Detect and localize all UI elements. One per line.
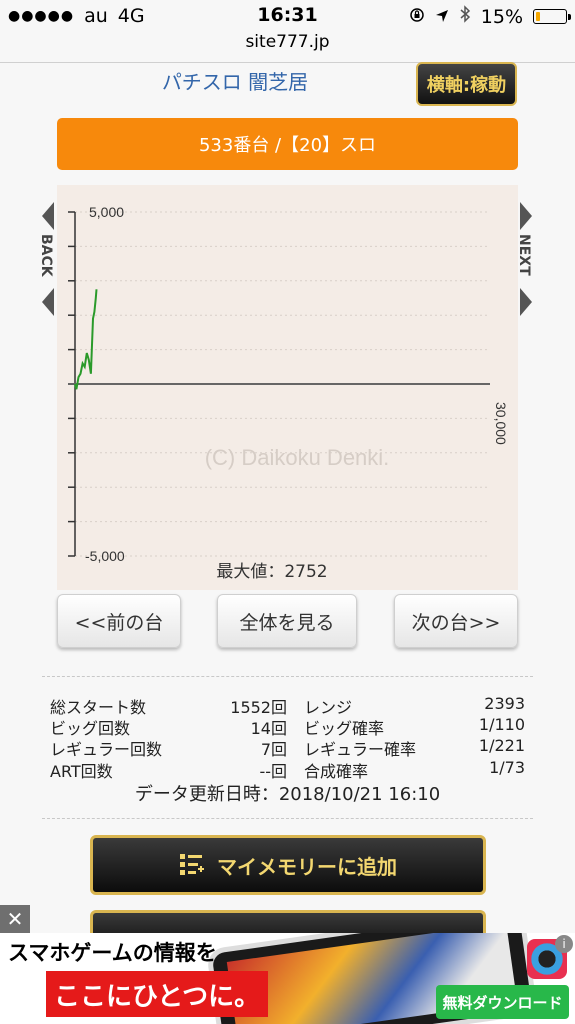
stat-row: 総スタート数 1552回 レンジ 2393 [50,694,525,717]
list-add-icon [180,854,204,875]
stat-row: ART回数 --回 合成確率 1/73 [50,758,525,781]
machine-title-bar: 533番台 /【20】スロ [57,118,518,170]
view-all-button[interactable]: 全体を見る [217,594,357,648]
back-label: BACK [38,234,54,277]
stat-value: 1/73 [489,758,525,777]
stat-label: レギュラー回数 [50,740,163,759]
back-nav[interactable]: BACK [38,200,56,318]
ad-close-button[interactable]: ✕ [0,905,30,933]
ad-banner[interactable]: スマホゲームの情報を ここにひとつに。 i 無料ダウンロード [0,933,575,1024]
add-to-my-memory-button[interactable]: マイメモリーに追加 [90,835,486,895]
ad-info-icon[interactable]: i [555,935,573,953]
stat-row: レギュラー回数 7回 レギュラー確率 1/221 [50,736,525,759]
stat-value: 1/221 [478,736,525,755]
battery-percent: 15% [480,5,523,28]
y-tick-label-max: 5,000 [89,204,124,220]
chart-svg: 5,000 -5,000 30,000 (C) Daikoku Denki. 最大値：2… [68,204,509,582]
divider-bottom [42,818,533,819]
stat-value: 2393 [484,694,525,713]
stat-label: 合成確率 [304,762,369,781]
stat-value: --回 [259,762,287,781]
slump-chart[interactable]: 5,000 -5,000 30,000 (C) Daikoku Denki. 最大値：2… [57,185,518,590]
stat-row: ビッグ回数 14回 ビッグ確率 1/110 [50,715,525,738]
next-machine-button[interactable]: 次の台>> [394,594,518,648]
url-bar[interactable]: site777.jp [0,32,575,52]
status-right: 15% [409,5,571,28]
prev-machine-button[interactable]: <<前の台 [57,594,181,648]
next-nav[interactable]: NEXT [516,200,534,318]
axis-toggle-button[interactable]: 横軸:稼動 [416,62,517,106]
stat-value: 7回 [260,740,287,759]
stat-label: レギュラー確率 [304,740,417,759]
ad-tagline: ここにひとつに。 [46,971,269,1017]
y-tick-label-min: -5,000 [85,548,125,564]
x-tick-label: 30,000 [493,402,509,445]
ad-headline: スマホゲームの情報を [8,941,217,965]
data-updated-time: データ更新日時：2018/10/21 16:10 [134,784,441,805]
battery-fill [536,12,541,21]
bluetooth-icon [459,5,471,28]
divider-top [42,676,533,677]
location-arrow-icon [435,6,449,28]
orientation-lock-icon [409,6,425,28]
series-line [74,289,98,390]
max-value-label: 最大値：2752 [216,562,327,582]
next-label: NEXT [516,234,532,276]
shop-title[interactable]: パチスロ 闇芝居 [0,66,470,95]
stat-label: ART回数 [50,762,113,781]
ad-download-button[interactable]: 無料ダウンロード [436,985,569,1019]
stat-value: 1/110 [478,715,525,734]
battery-icon [533,9,571,24]
chart-watermark: (C) Daikoku Denki. [205,445,390,470]
status-bar: ●●●●● au 4G 16:31 15% [0,0,575,34]
add-to-my-memory-label: マイメモリーに追加 [217,854,397,879]
